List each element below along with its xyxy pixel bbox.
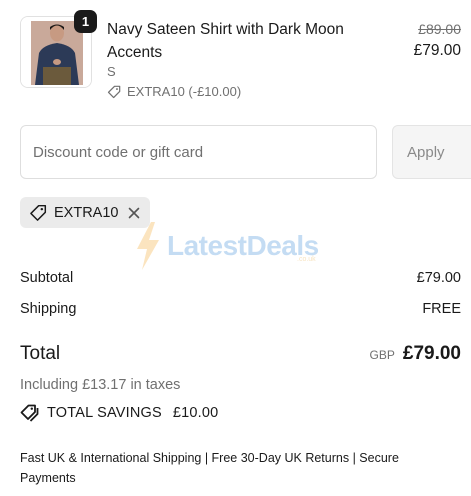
shipping-label: Shipping xyxy=(20,301,77,317)
line-discount-label: EXTRA10 (-£10.00) xyxy=(127,84,242,99)
total-label: Total xyxy=(20,343,61,364)
product-title: Navy Sateen Shirt with Dark Moon Accents xyxy=(107,21,344,61)
savings-label: TOTAL SAVINGS xyxy=(47,405,162,421)
tag-icon xyxy=(29,204,47,222)
apply-button[interactable]: Apply xyxy=(392,125,471,179)
total-row: Total GBP £79.00 xyxy=(20,343,461,365)
footer-note: Fast UK & International Shipping | Free … xyxy=(20,451,399,485)
currency-code: GBP xyxy=(369,348,395,362)
double-tag-icon xyxy=(20,404,40,422)
total-value: £79.00 xyxy=(402,343,461,364)
discount-form: Apply xyxy=(20,125,471,179)
quantity-badge: 1 xyxy=(74,10,97,33)
sale-price: £79.00 xyxy=(413,42,461,59)
watermark-text: LatestDeals xyxy=(167,230,319,261)
close-icon[interactable] xyxy=(127,206,141,220)
watermark-sub: .co.uk xyxy=(297,256,316,263)
savings-value: £10.00 xyxy=(172,405,219,421)
tag-icon xyxy=(107,85,121,99)
original-price: £89.00 xyxy=(418,21,461,37)
taxes-note: Including £13.17 in taxes xyxy=(20,377,181,393)
subtotal-label: Subtotal xyxy=(20,270,74,286)
total-amount-group: GBP £79.00 xyxy=(370,343,461,365)
line-item: 1 Navy Sateen Shirt with Dark Moon Accen… xyxy=(20,10,461,106)
subtotal-row: Subtotal £79.00 xyxy=(20,270,461,286)
total-savings: TOTAL SAVINGS £10.00 xyxy=(20,404,218,422)
watermark: LatestDeals .co.uk xyxy=(135,222,319,270)
discount-code-input[interactable] xyxy=(20,125,377,179)
applied-discount-code: EXTRA10 xyxy=(54,204,119,221)
line-discount: EXTRA10 (-£10.00) xyxy=(107,84,241,99)
shipping-value: FREE xyxy=(422,301,461,317)
applied-discount-chip: EXTRA10 xyxy=(20,197,151,228)
shipping-row: Shipping FREE xyxy=(20,301,461,317)
lightning-icon xyxy=(135,222,161,270)
product-variant: S xyxy=(107,64,116,79)
subtotal-value: £79.00 xyxy=(416,270,461,286)
